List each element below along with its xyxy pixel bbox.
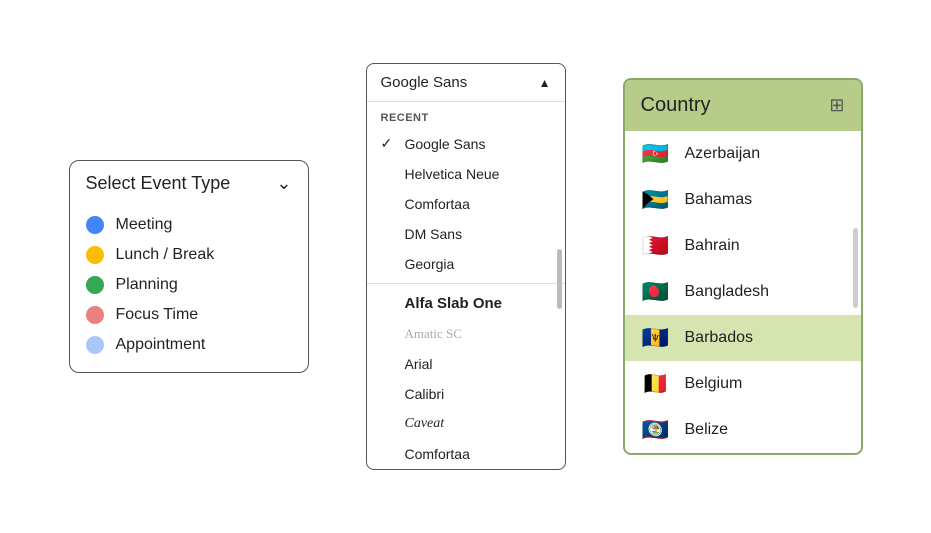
font-list-item[interactable]: Helvetica Neue [367, 159, 565, 189]
font-list-item[interactable]: DM Sans [367, 219, 565, 249]
event-list-item[interactable]: Focus Time [86, 300, 292, 330]
event-item-label: Lunch / Break [116, 246, 215, 264]
event-item-label: Appointment [116, 336, 206, 354]
country-flag-icon: 🇧🇭 [641, 233, 671, 259]
font-list-item[interactable]: Amatic SC [367, 319, 565, 349]
font-list-item[interactable]: Arial [367, 349, 565, 379]
font-item-label: Helvetica Neue [405, 166, 551, 182]
font-item-label: Alfa Slab One [405, 295, 551, 312]
font-item-label: Calibri [405, 386, 551, 402]
country-item-label: Bangladesh [685, 283, 845, 301]
event-dot-icon [86, 276, 104, 294]
country-item-label: Bahrain [685, 237, 845, 255]
event-dot-icon [86, 336, 104, 354]
country-item-label: Bahamas [685, 191, 845, 209]
event-list-item[interactable]: Planning [86, 270, 292, 300]
country-items-list: 🇦🇿 Azerbaijan 🇧🇸 Bahamas 🇧🇭 Bahrain 🇧🇩 B… [625, 131, 861, 453]
event-items-list: Meeting Lunch / Break Planning Focus Tim… [86, 210, 292, 360]
event-list-item[interactable]: Appointment [86, 330, 292, 360]
font-list-item[interactable]: Calibri [367, 379, 565, 409]
event-type-header[interactable]: Select Event Type ⌄ [86, 173, 292, 194]
country-list-item[interactable]: 🇧🇪 Belgium [625, 361, 861, 407]
country-body: 🇦🇿 Azerbaijan 🇧🇸 Bahamas 🇧🇭 Bahrain 🇧🇩 B… [625, 131, 861, 453]
font-item-label: Amatic SC [405, 326, 551, 342]
country-dropdown-title: Country [641, 94, 711, 117]
country-dropdown-header[interactable]: Country ⊞ [625, 80, 861, 131]
font-item-label: Georgia [405, 256, 551, 272]
font-dropdown[interactable]: Google Sans ▲ RECENT ✓ Google Sans Helve… [366, 63, 566, 470]
country-list-item[interactable]: 🇧🇩 Bangladesh [625, 269, 861, 315]
country-flag-icon: 🇧🇩 [641, 279, 671, 305]
font-dropdown-body: RECENT ✓ Google Sans Helvetica Neue Comf… [367, 102, 565, 469]
country-scrollbar-thumb[interactable] [853, 228, 858, 308]
font-list-item[interactable]: Caveat [367, 409, 565, 439]
country-item-label: Belize [685, 421, 845, 439]
country-flag-icon: 🇧🇿 [641, 417, 671, 443]
checkmark-icon: ✓ [381, 135, 397, 152]
event-dot-icon [86, 246, 104, 264]
font-list-item[interactable]: Alfa Slab One [367, 288, 565, 319]
country-item-label: Barbados [685, 329, 845, 347]
font-list-item[interactable]: ✓ Google Sans [367, 128, 565, 159]
country-flag-icon: 🇧🇪 [641, 371, 671, 397]
country-flag-icon: 🇧🇸 [641, 187, 671, 213]
event-dot-icon [86, 306, 104, 324]
grid-icon: ⊞ [829, 95, 844, 116]
font-item-label: DM Sans [405, 226, 551, 242]
font-selected-label: Google Sans [381, 74, 468, 91]
event-item-label: Focus Time [116, 306, 199, 324]
font-item-label: Caveat [405, 416, 551, 432]
font-item-label: Comfortaa [405, 446, 551, 462]
country-list-item[interactable]: 🇧🇭 Bahrain [625, 223, 861, 269]
country-list-item[interactable]: 🇧🇿 Belize [625, 407, 861, 453]
event-item-label: Meeting [116, 216, 173, 234]
event-item-label: Planning [116, 276, 178, 294]
font-section-recent: RECENT [367, 102, 565, 128]
country-item-label: Azerbaijan [685, 145, 845, 163]
event-dot-icon [86, 216, 104, 234]
font-item-label: Comfortaa [405, 196, 551, 212]
country-item-label: Belgium [685, 375, 845, 393]
event-list-item[interactable]: Meeting [86, 210, 292, 240]
country-list-item[interactable]: 🇧🇸 Bahamas [625, 177, 861, 223]
country-flag-icon: 🇧🇧 [641, 325, 671, 351]
arrow-up-icon: ▲ [539, 76, 551, 90]
font-item-label: Google Sans [405, 136, 551, 152]
country-flag-icon: 🇦🇿 [641, 141, 671, 167]
font-items-list: ✓ Google Sans Helvetica Neue Comfortaa D… [367, 128, 565, 469]
event-type-dropdown[interactable]: Select Event Type ⌄ Meeting Lunch / Brea… [69, 160, 309, 373]
font-list-item[interactable]: Comfortaa [367, 439, 565, 469]
font-list-item[interactable]: Georgia [367, 249, 565, 279]
font-list-item[interactable]: Comfortaa [367, 189, 565, 219]
event-list-item[interactable]: Lunch / Break [86, 240, 292, 270]
chevron-down-icon: ⌄ [276, 173, 291, 194]
font-dropdown-header[interactable]: Google Sans ▲ [367, 64, 565, 102]
country-list-item[interactable]: 🇦🇿 Azerbaijan [625, 131, 861, 177]
font-item-label: Arial [405, 356, 551, 372]
country-dropdown[interactable]: Country ⊞ 🇦🇿 Azerbaijan 🇧🇸 Bahamas 🇧🇭 Ba… [623, 78, 863, 455]
event-type-title: Select Event Type [86, 173, 231, 194]
scrollbar-thumb[interactable] [557, 249, 562, 309]
country-list-item[interactable]: 🇧🇧 Barbados [625, 315, 861, 361]
